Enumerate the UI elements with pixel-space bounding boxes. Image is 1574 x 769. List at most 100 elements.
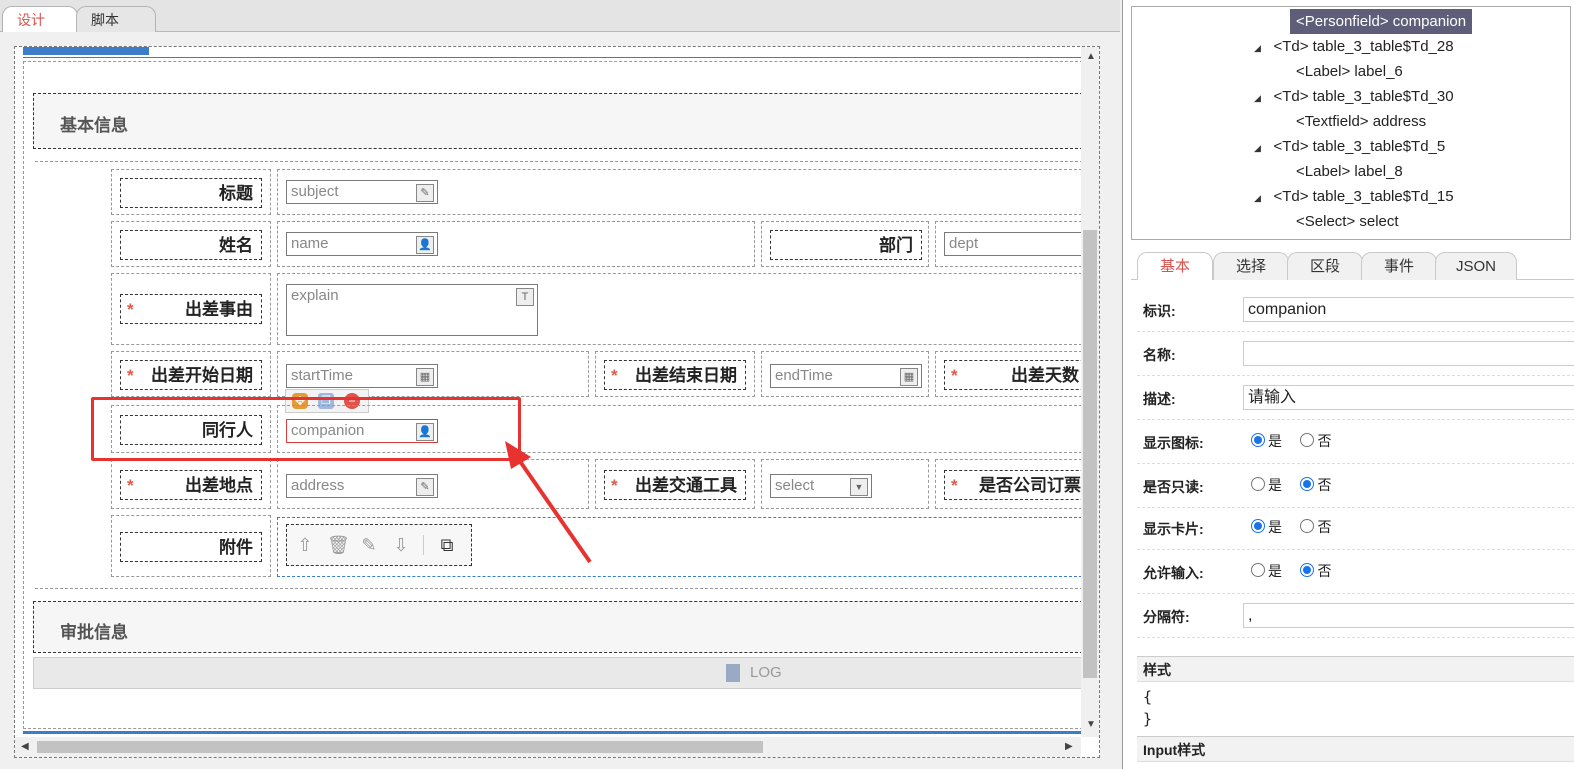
- radio-no[interactable]: [1300, 477, 1315, 491]
- label-attachment[interactable]: 附件: [120, 532, 262, 562]
- tab-basic[interactable]: 基本: [1137, 252, 1213, 280]
- tab-design[interactable]: 设计: [2, 6, 78, 32]
- cell-explain-input[interactable]: explain T: [277, 273, 1081, 345]
- transport-select[interactable]: select ▼: [770, 474, 872, 498]
- cell-attachment-input[interactable]: ⇧ 🗑 ✎ ⇩ ⧉: [277, 517, 1081, 577]
- prop-separator-input[interactable]: ,: [1243, 603, 1574, 628]
- edit-icon: ✎: [416, 184, 434, 202]
- tab-section[interactable]: 区段: [1287, 252, 1363, 280]
- radio-no[interactable]: [1300, 433, 1315, 447]
- cell-end-label[interactable]: * 出差结束日期: [595, 351, 755, 397]
- tree-node[interactable]: ◢ <Td> table_3_table$Td_28: [1254, 34, 1454, 59]
- address-input[interactable]: address ✎: [286, 474, 438, 498]
- scroll-right-icon[interactable]: ▶: [1065, 741, 1073, 752]
- expand-triangle-icon[interactable]: ◢: [1254, 93, 1261, 103]
- radio-no[interactable]: [1300, 519, 1315, 533]
- upload-icon[interactable]: ⇧: [295, 535, 315, 555]
- tree-node[interactable]: ◢ <Td> table_3_table$Td_5: [1254, 134, 1445, 159]
- label-subject-text: 标题: [219, 184, 253, 203]
- section-basic-header[interactable]: 基本信息: [33, 93, 1081, 149]
- prop-name-input[interactable]: [1243, 341, 1574, 366]
- required-mark: *: [127, 300, 134, 319]
- radio-no-label: 否: [1317, 477, 1332, 493]
- cell-transport-input[interactable]: select ▼: [761, 459, 929, 509]
- vertical-scroll-thumb[interactable]: [1083, 230, 1097, 678]
- label-name[interactable]: 姓名: [120, 230, 262, 260]
- expand-triangle-icon[interactable]: ◢: [1254, 43, 1261, 53]
- cell-subject-input[interactable]: subject ✎: [277, 169, 1081, 215]
- tree-node[interactable]: <Textfield> address: [1296, 109, 1426, 134]
- tree-node-selected[interactable]: <Personfield> companion: [1290, 9, 1473, 34]
- chevron-down-icon[interactable]: ▼: [850, 478, 868, 496]
- radio-no-label: 否: [1317, 433, 1332, 449]
- tab-select[interactable]: 选择: [1213, 252, 1289, 280]
- tree-node[interactable]: ◢ <Td> table_3_table$Td_30: [1254, 84, 1454, 109]
- name-input[interactable]: name 👤: [286, 232, 438, 256]
- annotation-arrow: [505, 441, 592, 564]
- edit-icon[interactable]: ✎: [359, 535, 379, 555]
- vertical-scrollbar[interactable]: ▲ ▼: [1081, 47, 1099, 737]
- radio-yes[interactable]: [1251, 477, 1265, 491]
- dept-input[interactable]: dept: [944, 232, 1081, 256]
- required-mark: *: [611, 476, 618, 495]
- label-transport[interactable]: * 出差交通工具: [604, 470, 746, 500]
- label-explain[interactable]: * 出差事由: [120, 294, 262, 324]
- radio-yes[interactable]: [1251, 563, 1265, 577]
- cell-days-label[interactable]: * 出差天数: [935, 351, 1081, 397]
- label-address[interactable]: * 出差地点: [120, 470, 262, 500]
- label-dept[interactable]: 部门: [770, 230, 922, 260]
- log-bar[interactable]: LOG: [33, 657, 1081, 689]
- expand-triangle-icon[interactable]: ◢: [1254, 143, 1261, 153]
- cell-explain-label[interactable]: * 出差事由: [111, 273, 271, 345]
- prop-desc-input[interactable]: 请输入: [1243, 385, 1574, 410]
- section-approval-header[interactable]: 审批信息: [33, 601, 1081, 653]
- expand-triangle-icon[interactable]: ◢: [1254, 193, 1261, 203]
- end-date-input[interactable]: endTime ▦: [770, 364, 922, 388]
- explain-textarea[interactable]: explain T: [286, 284, 538, 336]
- prop-row-show-card: 显示卡片: 是 否: [1137, 506, 1574, 550]
- tab-json[interactable]: JSON: [1435, 252, 1517, 280]
- cell-transport-label[interactable]: * 出差交通工具: [595, 459, 755, 509]
- label-booking-text: 是否公司订票: [979, 476, 1081, 495]
- designer-surface: 基本信息 标题 subject ✎ 姓名 name 👤 部门 dept * 出差事由 …: [15, 47, 1081, 737]
- cell-name-input[interactable]: name 👤: [277, 221, 755, 267]
- radio-yes[interactable]: [1251, 433, 1265, 447]
- cell-dept-label[interactable]: 部门: [761, 221, 929, 267]
- radio-yes[interactable]: [1251, 519, 1265, 533]
- label-days[interactable]: * 出差天数: [944, 360, 1081, 390]
- label-end[interactable]: * 出差结束日期: [604, 360, 746, 390]
- cell-address-label[interactable]: * 出差地点: [111, 459, 271, 509]
- label-booking[interactable]: * 是否公司订票: [944, 470, 1081, 500]
- horizontal-scroll-thumb[interactable]: [37, 741, 763, 753]
- cell-name-label[interactable]: 姓名: [111, 221, 271, 267]
- style-editor[interactable]: { }: [1137, 682, 1574, 734]
- prop-id-input[interactable]: companion: [1243, 297, 1574, 322]
- scroll-down-icon[interactable]: ▼: [1086, 719, 1096, 730]
- tree-node[interactable]: <Label> label_6: [1296, 59, 1403, 84]
- label-start[interactable]: * 出差开始日期: [120, 360, 262, 390]
- prop-row-readonly: 是否只读: 是 否: [1137, 464, 1574, 508]
- cell-end-input[interactable]: endTime ▦: [761, 351, 929, 397]
- scroll-up-icon[interactable]: ▲: [1086, 51, 1096, 62]
- horizontal-scrollbar[interactable]: ◀ ▶: [15, 737, 1081, 757]
- label-subject[interactable]: 标题: [120, 178, 262, 208]
- radio-no[interactable]: [1300, 563, 1315, 577]
- cell-attachment-label[interactable]: 附件: [111, 515, 271, 577]
- tree-node[interactable]: <Label> label_8: [1296, 159, 1403, 184]
- tab-event[interactable]: 事件: [1361, 252, 1437, 280]
- cell-subject-label[interactable]: 标题: [111, 169, 271, 215]
- prop-row-desc: 描述: 请输入: [1137, 376, 1574, 420]
- scroll-left-icon[interactable]: ◀: [21, 741, 29, 752]
- tree-node[interactable]: <Select> select: [1296, 209, 1399, 234]
- start-date-input[interactable]: startTime ▦: [286, 364, 438, 388]
- open-external-icon[interactable]: ⧉: [437, 535, 457, 555]
- tab-script[interactable]: 脚本: [76, 6, 156, 32]
- cell-booking-label[interactable]: * 是否公司订票: [935, 459, 1081, 509]
- download-icon[interactable]: ⇩: [391, 535, 411, 555]
- trash-icon[interactable]: 🗑: [327, 535, 350, 555]
- tree-node-text: <Td> table_3_table$Td_28: [1273, 38, 1454, 55]
- tree-node[interactable]: ◢ <Td> table_3_table$Td_15: [1254, 184, 1454, 209]
- cell-dept-input[interactable]: dept: [935, 221, 1081, 267]
- subject-input[interactable]: subject ✎: [286, 180, 438, 204]
- cell-start-label[interactable]: * 出差开始日期: [111, 351, 271, 397]
